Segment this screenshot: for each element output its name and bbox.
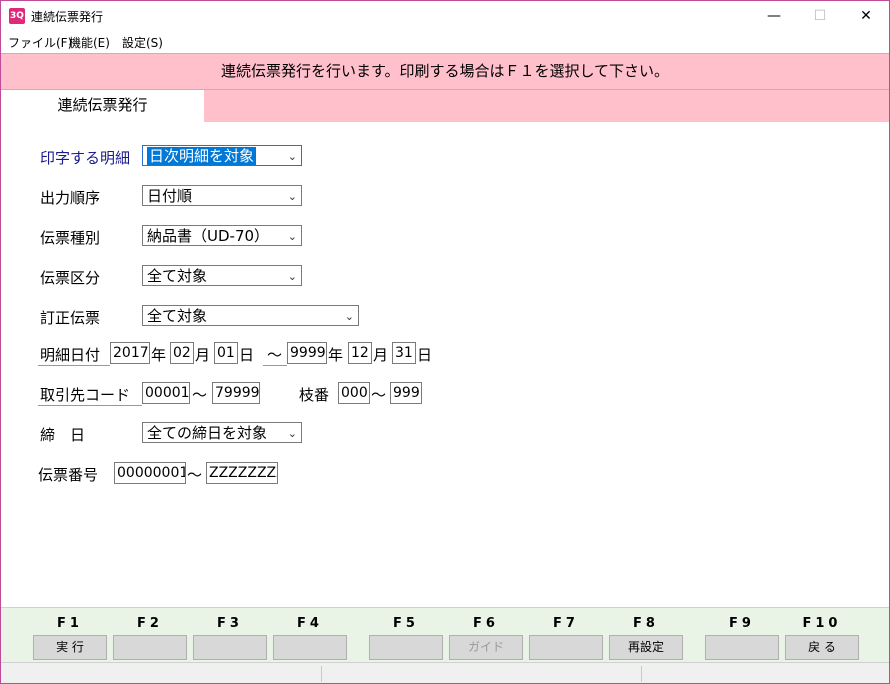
branch-range-separator: ～ [371, 386, 387, 404]
slip-type-select[interactable]: 納品書（UD-70） ⌄ [142, 225, 302, 246]
status-divider [641, 666, 642, 682]
closing-day-label: 締 日 [40, 426, 86, 444]
customer-code-label: 取引先コード [40, 386, 131, 404]
f2-button[interactable] [113, 635, 187, 660]
menu-bar: ファイル(F) 機能(E) 設定(S) [1, 32, 889, 52]
chevron-down-icon: ⌄ [287, 230, 297, 243]
tab-continuous-slip[interactable]: 連続伝票発行 [1, 90, 204, 122]
status-bar [1, 662, 889, 683]
fkey-label-f9: F9 [729, 616, 755, 631]
f3-button[interactable] [193, 635, 267, 660]
f7-button[interactable] [529, 635, 603, 660]
year-suffix: 年 [151, 346, 167, 364]
date-from-month-input[interactable]: 02 [170, 342, 194, 364]
maximize-button: ☐ [813, 8, 827, 24]
f6-guide-button[interactable]: ガイド [449, 635, 523, 660]
month-suffix: 月 [195, 346, 211, 364]
label-underline [38, 365, 110, 366]
app-window: 3Q 連続伝票発行 — ☐ ✕ ファイル(F) 機能(E) 設定(S) 連続伝票… [0, 0, 890, 684]
detail-date-label: 明細日付 [40, 346, 101, 364]
f9-button[interactable] [705, 635, 779, 660]
chevron-down-icon: ⌄ [287, 427, 297, 440]
chevron-down-icon: ⌄ [287, 270, 297, 283]
date-from-day-input[interactable]: 01 [214, 342, 238, 364]
date-to-year-input[interactable]: 9999 [287, 342, 327, 364]
close-button[interactable]: ✕ [843, 1, 889, 31]
slip-category-value: 全て対象 [147, 267, 208, 285]
slip-number-label: 伝票番号 [38, 466, 99, 484]
menu-settings[interactable]: 設定(S) [122, 34, 163, 51]
slip-type-label: 伝票種別 [40, 229, 101, 247]
date-range-separator: ～ [267, 346, 283, 364]
output-order-label: 出力順序 [40, 189, 101, 207]
branch-no-from-input[interactable]: 000 [338, 382, 370, 404]
slip-category-select[interactable]: 全て対象 ⌄ [142, 265, 302, 286]
date-to-month-input[interactable]: 12 [348, 342, 372, 364]
f4-button[interactable] [273, 635, 347, 660]
menu-function[interactable]: 機能(E) [69, 34, 110, 51]
print-detail-value: 日次明細を対象 [147, 147, 257, 165]
customer-code-from-input[interactable]: 00001 [142, 382, 190, 404]
chevron-down-icon: ⌄ [287, 150, 297, 163]
fkey-label-f5: F5 [393, 616, 419, 631]
label-underline [38, 405, 142, 406]
slip-type-value: 納品書（UD-70） [147, 227, 270, 245]
output-order-select[interactable]: 日付順 ⌄ [142, 185, 302, 206]
f5-button[interactable] [369, 635, 443, 660]
fkey-label-f2: F2 [137, 616, 163, 631]
instruction-banner: 連続伝票発行を行います。印刷する場合はＦ１を選択して下さい。 [1, 53, 889, 90]
minimize-button[interactable]: — [751, 1, 797, 31]
function-key-bar: F1 F2 F3 F4 F5 F6 F7 F8 F9 F10 実 行 ガイド 再… [1, 607, 889, 662]
fkey-label-f3: F3 [217, 616, 243, 631]
branch-no-label: 枝番 [299, 386, 330, 404]
month-suffix: 月 [373, 346, 389, 364]
fkey-label-f7: F7 [553, 616, 579, 631]
slip-number-to-input[interactable]: ZZZZZZZZ [206, 462, 278, 484]
f8-reset-button[interactable]: 再設定 [609, 635, 683, 660]
day-suffix: 日 [417, 346, 433, 364]
correction-slip-value: 全て対象 [147, 307, 208, 325]
status-divider [321, 666, 322, 682]
correction-slip-select[interactable]: 全て対象 ⌄ [142, 305, 359, 326]
label-underline [263, 365, 287, 366]
f1-execute-button[interactable]: 実 行 [33, 635, 107, 660]
slip-number-from-input[interactable]: 00000001 [114, 462, 186, 484]
year-suffix: 年 [328, 346, 344, 364]
fkey-label-f10: F10 [802, 616, 842, 631]
print-detail-label: 印字する明細 [40, 149, 131, 167]
fkey-label-f6: F6 [473, 616, 499, 631]
slip-range-separator: ～ [187, 466, 203, 484]
f10-back-button[interactable]: 戻 る [785, 635, 859, 660]
chevron-down-icon: ⌄ [344, 310, 354, 323]
output-order-value: 日付順 [147, 187, 193, 205]
fkey-label-f8: F8 [633, 616, 659, 631]
slip-category-label: 伝票区分 [40, 269, 101, 287]
date-from-year-input[interactable]: 2017 [110, 342, 150, 364]
customer-code-to-input[interactable]: 79999 [212, 382, 260, 404]
menu-file[interactable]: ファイル(F) [8, 34, 72, 51]
closing-day-select[interactable]: 全ての締日を対象 ⌄ [142, 422, 302, 443]
correction-slip-label: 訂正伝票 [40, 309, 101, 327]
closing-day-value: 全ての締日を対象 [147, 424, 268, 442]
print-detail-select[interactable]: 日次明細を対象 ⌄ [142, 145, 302, 166]
fkey-label-f4: F4 [297, 616, 323, 631]
window-title: 連続伝票発行 [31, 10, 104, 24]
day-suffix: 日 [239, 346, 255, 364]
tab-strip: 連続伝票発行 [1, 90, 889, 122]
title-bar: 3Q 連続伝票発行 — ☐ ✕ [1, 1, 889, 31]
branch-no-to-input[interactable]: 999 [390, 382, 422, 404]
chevron-down-icon: ⌄ [287, 190, 297, 203]
app-icon: 3Q [9, 8, 25, 24]
fkey-label-f1: F1 [57, 616, 83, 631]
customer-range-separator: ～ [192, 386, 208, 404]
date-to-day-input[interactable]: 31 [392, 342, 416, 364]
